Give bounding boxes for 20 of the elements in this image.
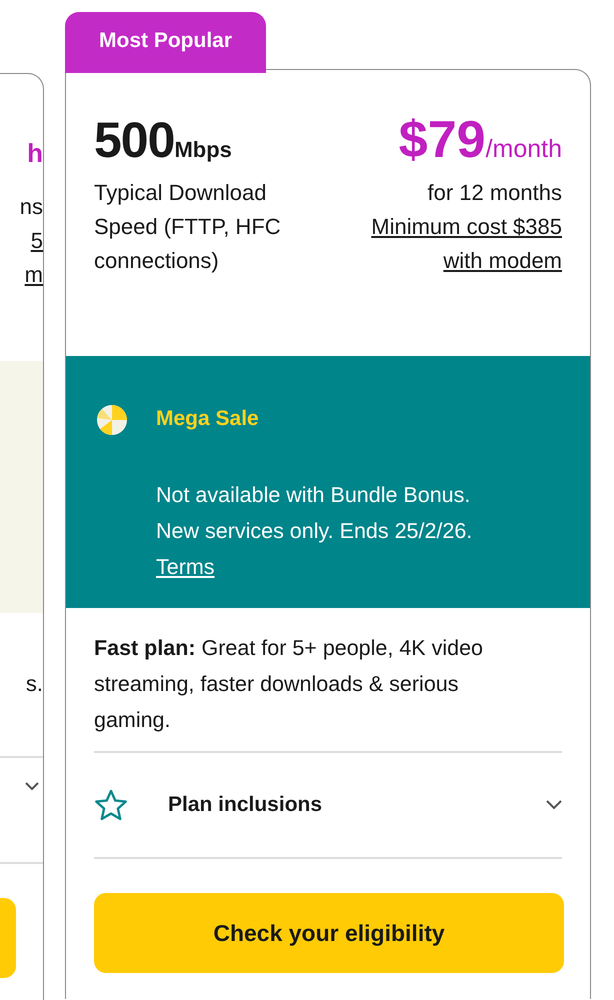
speed-note: Typical Download Speed (FTTP, HFC connections) bbox=[94, 179, 282, 275]
check-eligibility-button[interactable]: Check your eligibility bbox=[94, 893, 564, 973]
terms-link[interactable]: Terms bbox=[156, 555, 215, 579]
price-text: h bbox=[27, 137, 43, 170]
term-text: for 12 months bbox=[427, 179, 562, 207]
promo-text: Not available with Bundle Bonus. New services only. Ends 25/2/26. Terms bbox=[156, 482, 474, 581]
minimum-cost-link[interactable]: m bbox=[24, 258, 43, 292]
term-text: ns bbox=[20, 193, 43, 221]
promo-title: Mega Sale bbox=[156, 406, 260, 432]
plan-description: Fast plan: Great for 5+ people, 4K video streaming, faster downloads & serious gaming. bbox=[93, 635, 484, 734]
plan-inclusions-row[interactable]: Plan inclusions bbox=[66, 753, 590, 857]
speed-value: 500 bbox=[94, 112, 174, 168]
minimum-cost-link[interactable]: Minimum cost $385 bbox=[371, 210, 562, 244]
price-unit: /month bbox=[486, 135, 562, 163]
most-popular-badge: Most Popular bbox=[65, 12, 266, 73]
minimum-cost-link[interactable]: with modem bbox=[443, 244, 562, 278]
description-text: s. bbox=[26, 671, 43, 698]
speed-unit: Mbps bbox=[174, 137, 232, 162]
minimum-cost-link[interactable]: 5 bbox=[30, 224, 43, 258]
price-value: $79 bbox=[398, 111, 486, 169]
